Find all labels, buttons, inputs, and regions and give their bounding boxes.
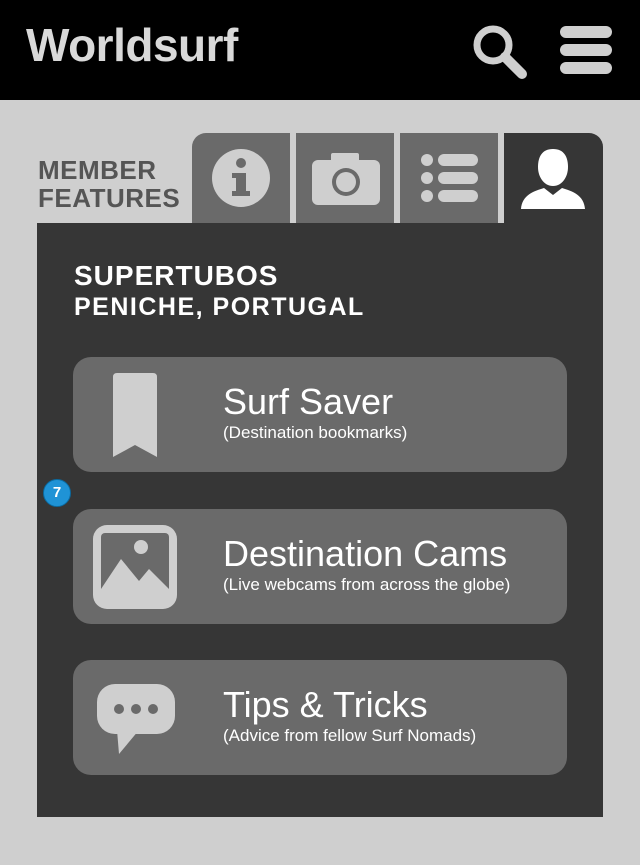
feature-subtitle: (Destination bookmarks)	[223, 423, 408, 442]
feature-card-tips-tricks[interactable]: Tips & Tricks (Advice from fellow Surf N…	[73, 660, 567, 775]
member-features-label-line1: MEMBER	[38, 155, 157, 185]
tab-info[interactable]	[192, 133, 290, 223]
tab-camera[interactable]	[296, 133, 394, 223]
location-header: SUPERTUBOS PENICHE, PORTUGAL	[74, 260, 365, 322]
bookmark-icon	[113, 373, 157, 457]
member-features-label: MEMBER FEATURES	[38, 156, 188, 212]
feature-title: Destination Cams	[223, 533, 508, 574]
list-icon	[421, 154, 478, 202]
location-name: SUPERTUBOS	[74, 260, 279, 291]
menu-bar	[560, 44, 612, 56]
location-place: PENICHE, PORTUGAL	[74, 293, 365, 321]
member-features-label-line2: FEATURES	[38, 183, 181, 213]
tab-list[interactable]	[400, 133, 498, 223]
feature-title: Tips & Tricks	[223, 684, 428, 725]
menu-bar	[560, 62, 612, 74]
menu-button[interactable]	[560, 24, 614, 76]
hamburger-menu-icon	[560, 24, 612, 76]
chat-bubble-icon	[97, 684, 175, 754]
search-icon	[473, 25, 527, 79]
feature-subtitle: (Live webcams from across the globe)	[223, 575, 511, 594]
user-icon	[521, 149, 585, 209]
feature-card-destination-cams[interactable]: Destination Cams (Live webcams from acro…	[73, 509, 567, 624]
search-button[interactable]	[470, 22, 528, 80]
feature-subtitle: (Advice from fellow Surf Nomads)	[223, 726, 477, 745]
notification-badge[interactable]: 7	[43, 479, 71, 507]
menu-bar	[560, 26, 612, 38]
info-icon	[212, 149, 270, 207]
app-title: Worldsurf	[26, 19, 238, 71]
image-icon	[93, 525, 177, 609]
feature-title: Surf Saver	[223, 381, 394, 422]
feature-card-surf-saver[interactable]: Surf Saver (Destination bookmarks)	[73, 357, 567, 472]
camera-icon	[312, 153, 380, 205]
tab-profile[interactable]	[504, 133, 603, 228]
top-bar: Worldsurf	[0, 0, 640, 100]
